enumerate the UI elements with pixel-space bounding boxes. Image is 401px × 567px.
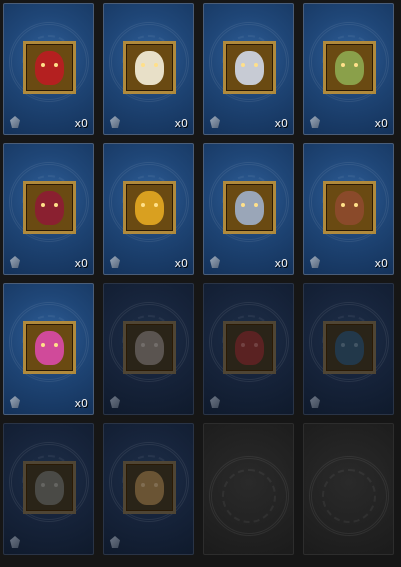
portrait-frame [323,41,376,94]
card-count: x0 [374,257,388,270]
red-imp-portrait-icon [235,331,264,365]
bronze-tribal-mask-portrait-icon [335,191,364,225]
gem-icon [310,256,320,268]
card-collection-grid: x0 x0 x0 x0 x0 x0 x0 x0 x0 [0,0,401,567]
silver-haired-dark-elf-portrait-icon [235,191,264,225]
empty-slot-emblem-icon [308,456,389,536]
gem-icon [10,396,20,408]
gem-icon [110,256,120,268]
card-slot[interactable]: x0 [103,3,194,135]
portrait-frame [123,321,176,374]
portrait-frame [123,41,176,94]
card-slot-locked[interactable] [203,283,294,415]
portrait-frame [323,321,376,374]
card-slot[interactable]: x0 [203,3,294,135]
gem-icon [310,396,320,408]
portrait-frame [123,181,176,234]
card-slot[interactable]: x0 [303,143,394,275]
portrait-frame [223,181,276,234]
card-slot-locked[interactable] [103,283,194,415]
portrait-frame [123,461,176,514]
golden-crowned-golem-portrait-icon [335,51,364,85]
gem-icon [210,116,220,128]
blue-beast-portrait-icon [335,331,364,365]
gem-icon [210,396,220,408]
card-count: x0 [74,397,88,410]
portrait-frame [223,321,276,374]
card-count: x0 [274,117,288,130]
masked-gold-warrior-portrait-icon [135,191,164,225]
card-count: x0 [74,257,88,270]
portrait-frame [23,461,76,514]
card-slot[interactable]: x0 [303,3,394,135]
portrait-frame [323,181,376,234]
card-slot[interactable]: x0 [3,143,94,275]
empty-card-slot [303,423,394,555]
portrait-frame [223,41,276,94]
gem-icon [10,116,20,128]
card-count: x0 [174,257,188,270]
gem-icon [110,396,120,408]
gem-icon [10,256,20,268]
gem-icon [10,536,20,548]
card-count: x0 [74,117,88,130]
card-count: x0 [274,257,288,270]
card-count: x0 [374,117,388,130]
grey-ghoul-portrait-icon [35,471,64,505]
card-count: x0 [174,117,188,130]
empty-slot-emblem-icon [208,456,289,536]
bronze-mask-portrait-icon [135,471,164,505]
card-slot[interactable]: x0 [3,283,94,415]
portrait-frame [23,41,76,94]
crimson-horned-knight-portrait-icon [35,191,64,225]
white-haired-girl-portrait-icon [135,331,164,365]
card-slot[interactable]: x0 [3,3,94,135]
card-slot-locked[interactable] [303,283,394,415]
silver-hooded-mage-portrait-icon [235,51,264,85]
gem-icon [110,116,120,128]
white-bearded-sage-portrait-icon [135,51,164,85]
gem-icon [110,536,120,548]
card-slot[interactable]: x0 [203,143,294,275]
empty-card-slot [203,423,294,555]
portrait-frame [23,321,76,374]
gem-icon [210,256,220,268]
card-slot[interactable]: x0 [103,143,194,275]
card-slot-locked[interactable] [3,423,94,555]
gem-icon [310,116,320,128]
card-slot-locked[interactable] [103,423,194,555]
red-armored-demon-portrait-icon [35,51,64,85]
pink-winged-witch-portrait-icon [35,331,64,365]
portrait-frame [23,181,76,234]
